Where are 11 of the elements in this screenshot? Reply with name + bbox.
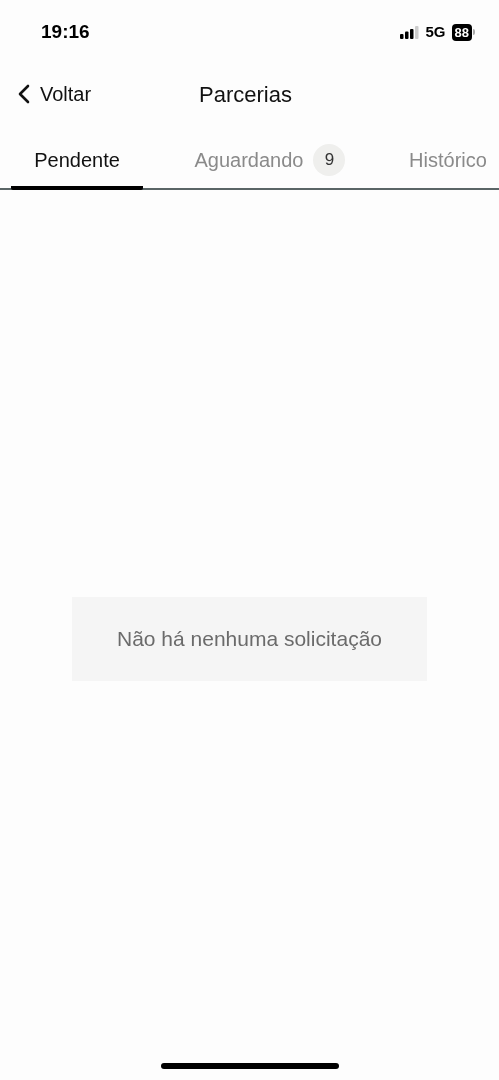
empty-message: Não há nenhuma solicitação [117, 626, 382, 653]
count-badge: 9 [313, 144, 346, 176]
page-title: Parcerias [199, 80, 292, 109]
back-button[interactable]: Voltar [18, 79, 92, 109]
battery-level: 88 [451, 23, 472, 41]
chevron-left-icon [18, 84, 30, 104]
tab[interactable]: Aguardando 9 [165, 134, 375, 190]
status-time: 19:16 [41, 19, 90, 44]
network-label: 5G [425, 21, 446, 42]
tab[interactable]: Pendente [11, 134, 143, 190]
signal-icon [399, 25, 420, 39]
